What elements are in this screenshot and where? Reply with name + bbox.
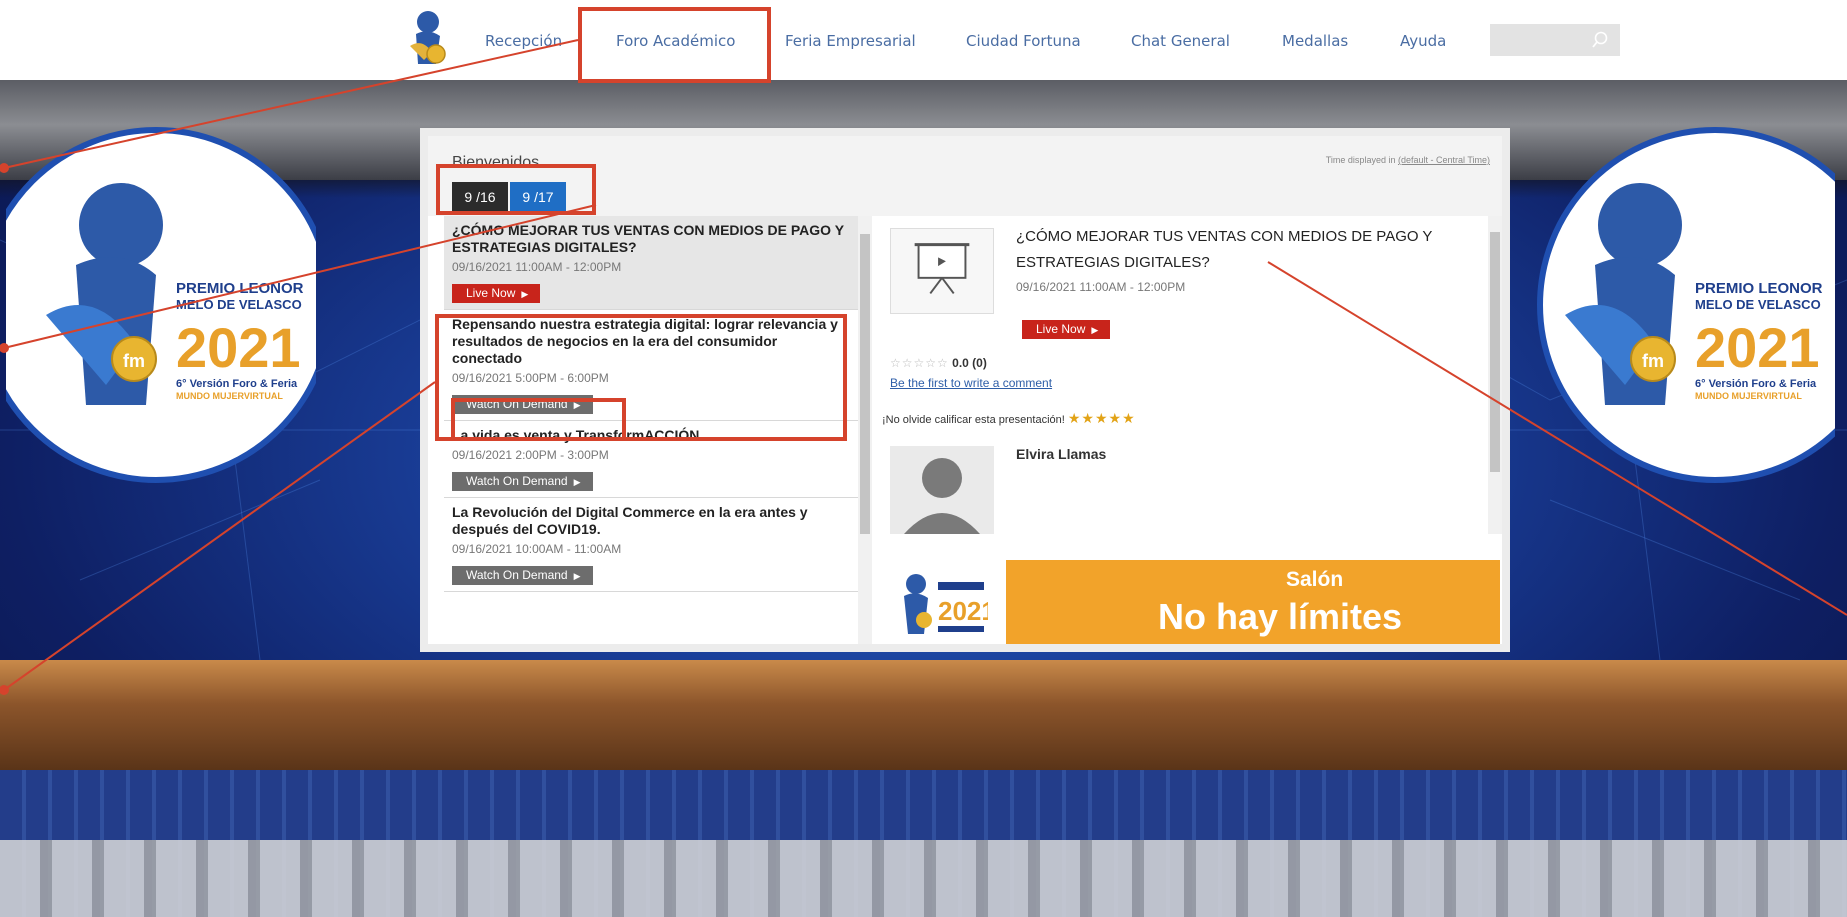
session-item[interactable]: La vida es venta y TransformACCIÓN 09/16… (444, 421, 858, 498)
welcome-title: Bienvenidos (452, 154, 540, 171)
session-list: ¿CÓMO MEJORAR TUS VENTAS CON MEDIOS DE P… (444, 216, 858, 644)
nav-medallas[interactable]: Medallas (1282, 32, 1348, 50)
logo-icon[interactable] (402, 8, 450, 68)
rate-stars-icon[interactable]: ★★★★★ (1068, 410, 1136, 426)
svg-text:6° Versión Foro & Feria: 6° Versión Foro & Feria (176, 378, 298, 390)
tab-day-9-17[interactable]: 9 /17 (510, 182, 566, 212)
svg-text:fm: fm (123, 351, 145, 371)
rating-stars-icon: ☆☆☆☆☆ (890, 356, 949, 370)
session-detail: ¿CÓMO MEJORAR TUS VENTAS CON MEDIOS DE P… (876, 216, 1488, 534)
session-title[interactable]: La vida es venta y TransformACCIÓN (452, 427, 850, 444)
scrollbar-thumb[interactable] (860, 234, 870, 534)
scrollbar-thumb[interactable] (1490, 232, 1500, 472)
search-icon[interactable] (1590, 30, 1610, 50)
svg-text:PREMIO LEONOR: PREMIO LEONOR (176, 280, 304, 297)
session-title[interactable]: ¿CÓMO MEJORAR TUS VENTAS CON MEDIOS DE P… (452, 222, 850, 256)
svg-text:PREMIO LEONOR: PREMIO LEONOR (1695, 280, 1823, 297)
timezone-link[interactable]: (default - Central Time) (1398, 155, 1490, 165)
play-arrow-icon: ▶ (521, 289, 529, 299)
presentation-icon (890, 228, 994, 314)
banner-salon: Salón (1286, 568, 1344, 591)
day-tabs: 9 /16 9 /17 (452, 182, 566, 212)
speaker-avatar (890, 446, 994, 534)
session-title[interactable]: La Revolución del Digital Commerce en la… (452, 504, 850, 538)
session-list-scrollbar[interactable] (858, 216, 872, 644)
detail-time: 09/16/2021 11:00AM - 12:00PM (1016, 280, 1186, 294)
nav-feria-empresarial[interactable]: Feria Empresarial (785, 32, 916, 50)
panel-header: Bienvenidos Time displayed in (default -… (428, 136, 1502, 216)
session-title[interactable]: Repensando nuestra estrategia digital: l… (452, 316, 850, 367)
session-time: 09/16/2021 11:00AM - 12:00PM (452, 260, 622, 274)
banner-logo: 2021 (876, 560, 1006, 644)
nav-ayuda[interactable]: Ayuda (1400, 32, 1446, 50)
rating-value: 0.0 (0) (952, 356, 987, 370)
watch-on-demand-button[interactable]: Watch On Demand ▶ (452, 472, 593, 491)
svg-text:2021: 2021 (1695, 316, 1820, 379)
tab-day-9-16[interactable]: 9 /16 (452, 182, 508, 212)
stage-floor (0, 660, 1847, 770)
play-arrow-icon: ▶ (573, 400, 581, 410)
detail-scrollbar[interactable] (1488, 216, 1502, 534)
play-arrow-icon: ▶ (1091, 325, 1099, 335)
timezone-note: Time displayed in (default - Central Tim… (1325, 155, 1490, 165)
nav-recepcion[interactable]: Recepción (485, 32, 562, 50)
audience-front-rows (0, 840, 1847, 917)
session-time: 09/16/2021 2:00PM - 3:00PM (452, 448, 609, 462)
session-time: 09/16/2021 10:00AM - 11:00AM (452, 542, 622, 556)
watch-on-demand-button[interactable]: Watch On Demand ▶ (452, 395, 593, 414)
live-now-button[interactable]: Live Now ▶ (452, 284, 541, 303)
salon-banner[interactable]: 2021 Salón No hay límites (876, 560, 1500, 644)
write-comment-link[interactable]: Be the first to write a comment (890, 376, 1052, 390)
svg-text:MUNDO MUJERVIRTUAL: MUNDO MUJERVIRTUAL (176, 391, 283, 401)
svg-text:2021: 2021 (938, 596, 988, 626)
nav-chat-general[interactable]: Chat General (1131, 32, 1230, 50)
svg-text:MELO DE VELASCO: MELO DE VELASCO (176, 297, 302, 312)
play-arrow-icon: ▶ (573, 477, 581, 487)
detail-title: ¿CÓMO MEJORAR TUS VENTAS CON MEDIOS DE P… (1016, 228, 1433, 271)
rating-summary: ☆☆☆☆☆ 0.0 (0) (890, 356, 987, 370)
nav-ciudad-fortuna[interactable]: Ciudad Fortuna (966, 32, 1081, 50)
rate-prompt: ¡No olvide calificar esta presentación! … (882, 410, 1136, 426)
event-badge-right: fm PREMIO LEONOR MELO DE VELASCO 2021 6°… (1537, 127, 1835, 483)
svg-text:MELO DE VELASCO: MELO DE VELASCO (1695, 297, 1821, 312)
speaker-name: Elvira Llamas (1016, 446, 1107, 462)
watch-on-demand-button[interactable]: Watch On Demand ▶ (452, 566, 593, 585)
svg-text:6° Versión Foro & Feria: 6° Versión Foro & Feria (1695, 378, 1817, 390)
session-item[interactable]: Repensando nuestra estrategia digital: l… (444, 310, 858, 421)
detail-live-now-button[interactable]: Live Now ▶ (1022, 320, 1111, 339)
session-time: 09/16/2021 5:00PM - 6:00PM (452, 371, 609, 385)
nav-foro-academico[interactable]: Foro Académico (616, 32, 735, 50)
session-item[interactable]: ¿CÓMO MEJORAR TUS VENTAS CON MEDIOS DE P… (444, 216, 858, 310)
session-panel: Bienvenidos Time displayed in (default -… (420, 128, 1510, 652)
play-arrow-icon: ▶ (573, 571, 581, 581)
event-logo-icon: 2021 (904, 574, 988, 634)
event-badge-left: fm PREMIO LEONOR MELO DE VELASCO 2021 6°… (6, 127, 316, 483)
svg-text:2021: 2021 (176, 316, 301, 379)
banner-slogan: No hay límites (1158, 596, 1403, 637)
search-input[interactable] (1490, 24, 1620, 56)
svg-text:MUNDO MUJERVIRTUAL: MUNDO MUJERVIRTUAL (1695, 391, 1802, 401)
top-navigation: Recepción Foro Académico Feria Empresari… (0, 0, 1847, 80)
session-item[interactable]: La Revolución del Digital Commerce en la… (444, 498, 858, 592)
svg-text:fm: fm (1642, 351, 1664, 371)
